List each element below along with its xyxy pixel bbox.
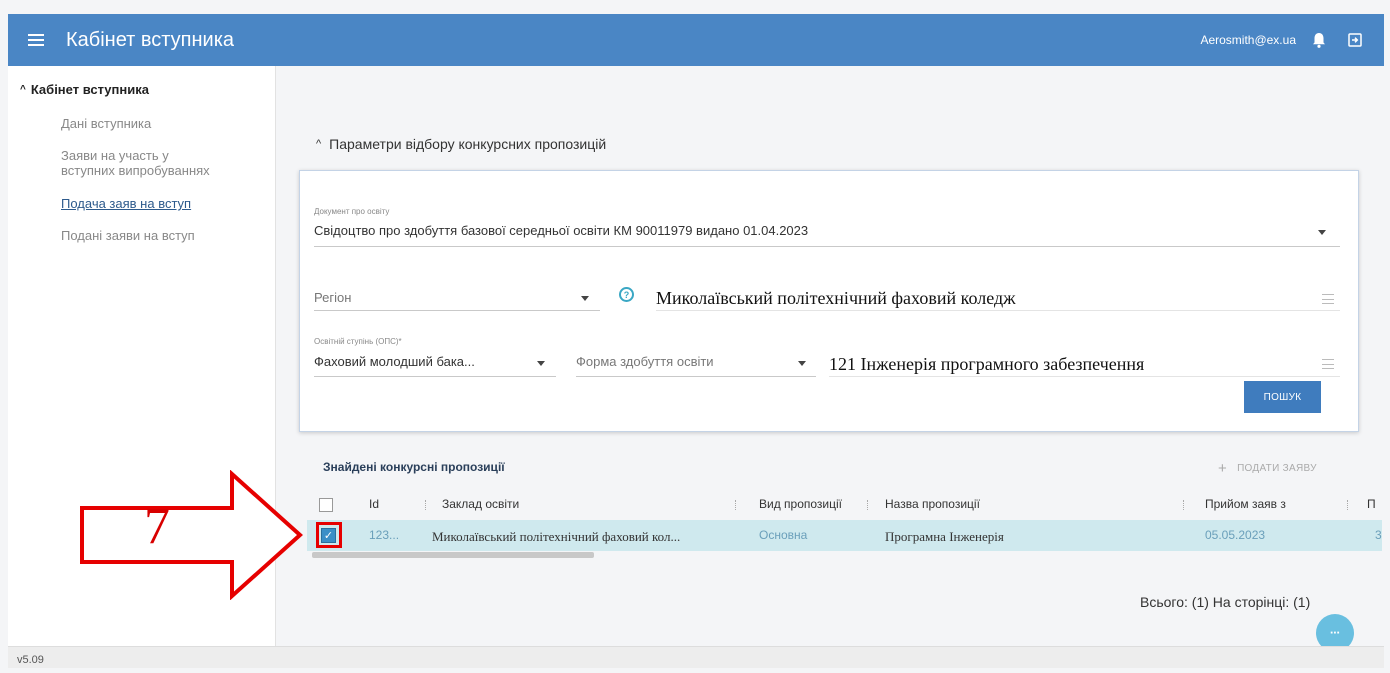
cell-id: 123...	[369, 528, 400, 542]
select-all-checkbox[interactable]	[319, 498, 333, 512]
exit-icon[interactable]	[1348, 33, 1362, 47]
column-separator[interactable]	[735, 500, 736, 510]
sidebar-item-label: Подані заяви на вступ	[61, 228, 195, 243]
sidebar-item-label: Подача заяв на вступ	[61, 196, 192, 211]
annotation-arrow-icon	[80, 470, 303, 600]
institution-field[interactable]: Миколаївський політехнічний фаховий коле…	[656, 288, 1016, 309]
table-row[interactable]: ✓ 123... Миколаївський політехнічний фах…	[307, 520, 1382, 551]
params-section-toggle[interactable]: ^ Параметри відбору конкурсних пропозиці…	[316, 136, 606, 152]
column-separator[interactable]	[425, 500, 426, 510]
column-separator[interactable]	[1347, 500, 1348, 510]
specialty-underline	[829, 376, 1340, 377]
user-email[interactable]: Aerosmith@ex.ua	[1200, 33, 1296, 47]
annotation-highlight-box	[316, 522, 342, 548]
region-underline	[314, 310, 600, 311]
submit-application-label: ПОДАТИ ЗАЯВУ	[1237, 463, 1317, 474]
cell-accept-from: 05.05.2023	[1205, 528, 1266, 542]
chevron-down-icon[interactable]	[1318, 230, 1326, 235]
list-icon[interactable]	[1322, 359, 1334, 369]
column-header-next[interactable]: П	[1367, 497, 1376, 511]
scrollbar-thumb[interactable]	[312, 552, 594, 558]
column-header-institution[interactable]: Заклад освіти	[442, 497, 519, 511]
cell-next: 3	[1375, 528, 1382, 542]
degree-underline	[314, 376, 556, 377]
sidebar-item-submit-applications[interactable]: Подача заяв на вступ	[61, 196, 191, 211]
document-underline	[314, 246, 1340, 247]
column-header-accept-from[interactable]: Прийом заяв з	[1205, 497, 1286, 511]
chevron-down-icon[interactable]	[581, 296, 589, 301]
chat-icon: ⋯	[1330, 627, 1340, 639]
list-icon[interactable]	[1322, 294, 1334, 304]
column-header-offer-name[interactable]: Назва пропозиції	[885, 497, 980, 511]
chevron-down-icon[interactable]	[798, 361, 806, 366]
sidebar-item-label: Дані вступника	[61, 116, 152, 131]
sidebar-item-applicant-data[interactable]: Дані вступника	[61, 116, 151, 131]
column-header-id[interactable]: Id	[369, 497, 379, 511]
bell-icon[interactable]	[1312, 32, 1326, 48]
menu-icon[interactable]	[28, 34, 44, 46]
cell-institution: Миколаївський політехнічний фаховий кол.…	[432, 529, 681, 544]
chevron-up-icon: ^	[316, 138, 322, 150]
sidebar-item-submitted-applications[interactable]: Подані заяви на вступ	[61, 228, 195, 243]
header-actions: Aerosmith@ex.ua	[1200, 32, 1362, 48]
pager-summary: Всього: (1) На сторінці: (1)	[1140, 594, 1311, 610]
column-header-offer-type[interactable]: Вид пропозиції	[759, 497, 842, 511]
help-icon[interactable]: ?	[619, 287, 634, 302]
sidebar-item-label: Заяви на участь у	[61, 148, 169, 163]
app-title: Кабінет вступника	[66, 28, 235, 51]
column-separator[interactable]	[1183, 500, 1184, 510]
cell-offer-name: Програмна Інженерія	[885, 529, 1004, 544]
horizontal-scrollbar[interactable]	[307, 552, 1382, 558]
column-separator[interactable]	[867, 500, 868, 510]
document-select[interactable]: Свідоцтво про здобуття базової середньої…	[314, 223, 808, 238]
plus-icon: +	[1218, 460, 1228, 477]
grid-header: Id Заклад освіти Вид пропозиції Назва пр…	[307, 494, 1382, 516]
footer: v5.09	[8, 646, 1384, 668]
chevron-up-icon: ^	[20, 84, 26, 95]
params-card: Документ про освіту Свідоцтво про здобут…	[299, 170, 1359, 432]
submit-application-button[interactable]: + ПОДАТИ ЗАЯВУ	[1218, 460, 1317, 477]
cell-offer-type: Основна	[759, 528, 808, 542]
version-label: v5.09	[17, 654, 44, 666]
params-section-title: Параметри відбору конкурсних пропозицій	[329, 136, 607, 152]
study-form-underline	[576, 376, 816, 377]
degree-field-label: Освітній ступінь (ОПС)*	[314, 337, 402, 346]
results-title: Знайдені конкурсні пропозиції	[323, 460, 505, 474]
sidebar-item-label: вступних випробуваннях	[61, 163, 210, 178]
app-header: Кабінет вступника Aerosmith@ex.ua	[8, 14, 1384, 66]
annotation-step-number: 7	[144, 498, 170, 555]
study-form-select[interactable]: Форма здобуття освіти	[576, 354, 714, 369]
degree-select[interactable]: Фаховий молодший бака...	[314, 354, 475, 369]
sidebar-header[interactable]: ^ Кабінет вступника	[20, 82, 149, 97]
search-button[interactable]: ПОШУК	[1244, 381, 1321, 413]
document-field-label: Документ про освіту	[314, 207, 390, 216]
sidebar-item-exam-applications[interactable]: Заяви на участь у вступних випробуваннях	[61, 148, 210, 178]
institution-underline	[656, 310, 1340, 311]
chevron-down-icon[interactable]	[537, 361, 545, 366]
main-content: ^ Параметри відбору конкурсних пропозиці…	[277, 66, 1384, 652]
region-select[interactable]: Регіон	[314, 290, 351, 305]
sidebar-header-label: Кабінет вступника	[30, 82, 149, 97]
specialty-field[interactable]: 121 Інженерія програмного забезпечення	[829, 354, 1144, 375]
